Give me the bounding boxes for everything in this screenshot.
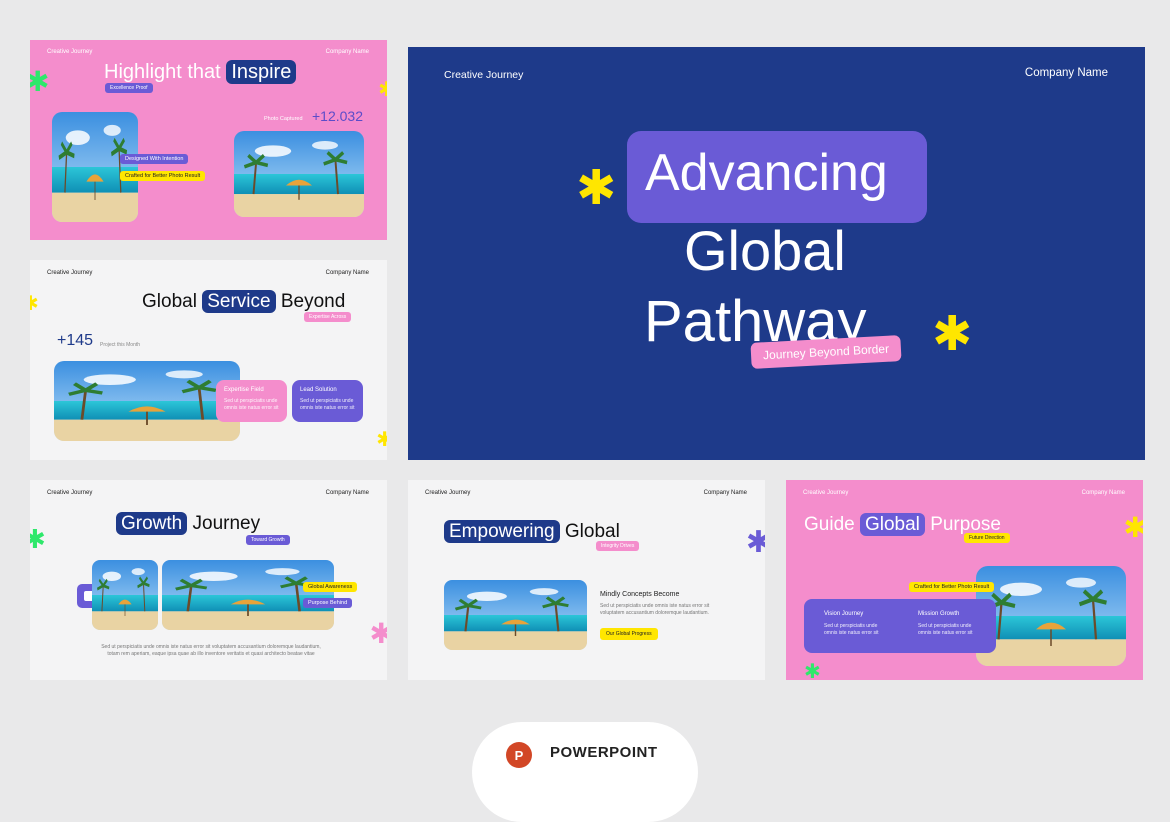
brand-label: Creative Journey	[444, 69, 524, 81]
body-text: Sed ut perspiciatis unde omnis iste natu…	[600, 603, 710, 616]
asterisk-icon: ✱	[576, 162, 617, 215]
asterisk-icon: ✱	[804, 661, 821, 680]
badge: Expertise Across	[304, 312, 352, 322]
asterisk-icon: ✱	[376, 429, 387, 451]
stat-caption: Project this Month	[100, 342, 141, 348]
slide-thumbnail-4[interactable]: Creative Journey Company Name ✱ ✱ Growth…	[30, 480, 387, 680]
pool-photo	[92, 560, 158, 630]
brand-label: Creative Journey	[47, 490, 93, 496]
asterisk-icon: ✱	[1123, 512, 1143, 543]
resort-photo	[54, 361, 240, 441]
company-label: Company Name	[703, 490, 747, 496]
brand-label: Creative Journey	[803, 490, 849, 496]
asterisk-icon: ✱	[30, 293, 39, 315]
progress-button[interactable]: Our Global Progress	[600, 628, 658, 640]
footer-label: POWERPOINT	[550, 744, 658, 761]
slide-title: Guide Global Purpose	[804, 513, 1001, 536]
beach-photo	[234, 131, 364, 217]
badge: Excellence Proof	[105, 83, 153, 93]
slide-title: Global Service Beyond	[142, 290, 346, 313]
slide-title: Empowering Global	[444, 520, 620, 543]
badge: Future Direction	[964, 533, 1010, 543]
slide-thumbnail-6[interactable]: Creative Journey Company Name ✱ ✱ Guide …	[786, 480, 1143, 680]
resort-photo	[52, 112, 138, 222]
caption: Photo Captured	[264, 116, 303, 122]
company-label: Company Name	[1024, 67, 1108, 79]
brand-label: Creative Journey	[425, 490, 471, 496]
slide-title: Growth Journey	[116, 512, 260, 535]
company-label: Company Name	[325, 270, 369, 276]
slide-thumbnail-1[interactable]: Creative Journey Company Name ✱ ✱ Highli…	[30, 40, 387, 240]
company-label: Company Name	[1081, 490, 1125, 496]
slide-thumbnail-5[interactable]: Creative Journey Company Name ✱ Empoweri…	[408, 480, 765, 680]
badge: Integrity Drives	[596, 541, 640, 551]
resort-photo	[444, 580, 587, 650]
badge: Toward Growth	[246, 535, 290, 545]
info-card: Expertise Field Sed ut perspiciatis unde…	[216, 380, 287, 422]
section-heading: Mindly Concepts Become	[600, 591, 680, 598]
body-text: Sed ut perspiciatis unde omnis iste natu…	[101, 644, 321, 657]
hero-title-line-2: Global	[684, 219, 846, 282]
resort-photo	[162, 560, 334, 630]
tag-label: Crafted for Better Photo Result	[909, 582, 995, 592]
asterisk-icon: ✱	[30, 524, 46, 554]
slide-thumbnail-2[interactable]: Creative Journey Company Name ✱ ✱ Global…	[30, 260, 387, 460]
stat-number: +12.032	[312, 108, 363, 124]
asterisk-icon: ✱	[745, 526, 765, 559]
asterisk-icon: ✱	[378, 79, 387, 101]
asterisk-icon: ✱	[932, 308, 973, 361]
asterisk-icon: ✱	[369, 618, 387, 649]
brand-label: Creative Journey	[47, 270, 93, 276]
info-card: Lead Solution Sed ut perspiciatis unde o…	[292, 380, 363, 422]
tag-label: Global Awareness	[303, 582, 358, 592]
asterisk-icon: ✱	[30, 66, 50, 97]
footer-pill: P POWERPOINT	[472, 722, 698, 822]
hero-slide[interactable]: Creative Journey Company Name ✱ ✱ Advanc…	[408, 47, 1145, 460]
company-label: Company Name	[325, 490, 369, 496]
tag-label: Purpose Behind	[303, 598, 353, 608]
info-panel: Vision Journey Sed ut perspiciatis unde …	[804, 599, 996, 653]
beach-photo	[976, 566, 1126, 666]
company-label: Company Name	[325, 49, 369, 55]
stat-number: +145	[57, 332, 94, 349]
hero-title-line-1: Advancing	[645, 144, 888, 202]
powerpoint-icon: P	[506, 742, 532, 768]
tag-label: Designed With Intention	[120, 154, 189, 164]
slide-title: Highlight that Inspire	[104, 60, 297, 84]
tag-label: Crafted for Better Photo Result	[120, 171, 206, 181]
brand-label: Creative Journey	[47, 49, 93, 55]
